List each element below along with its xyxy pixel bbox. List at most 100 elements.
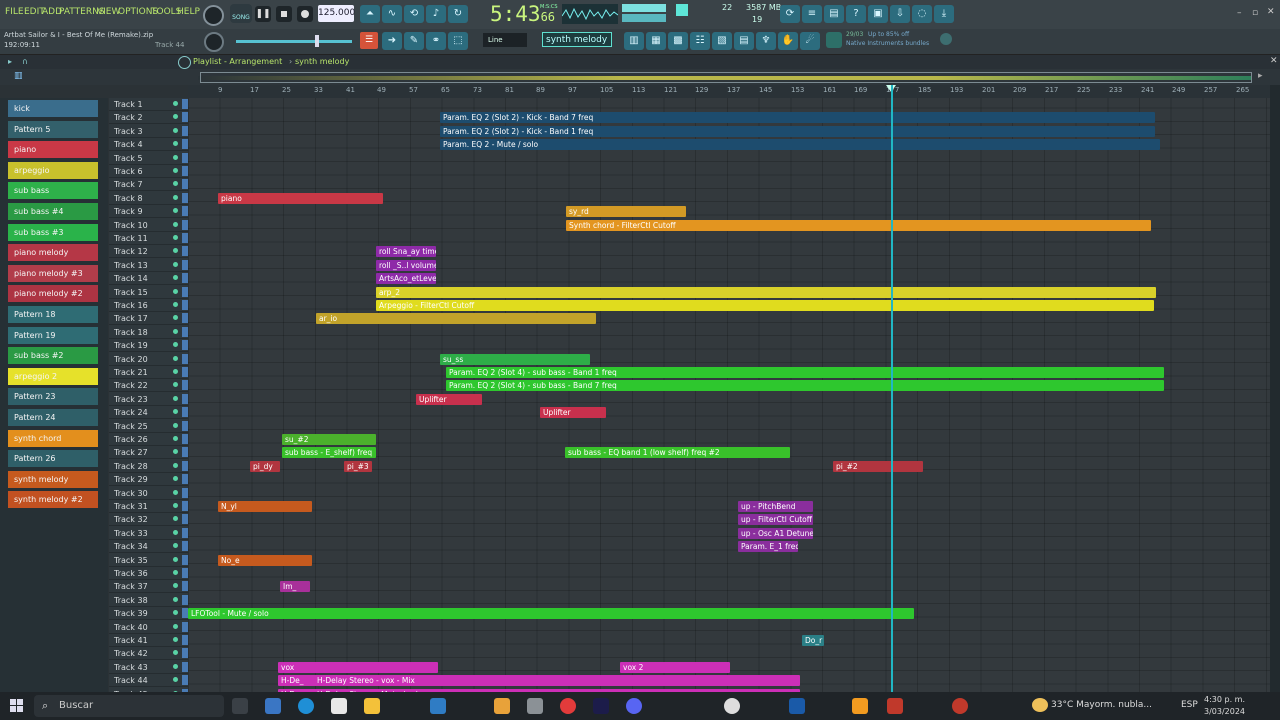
track-header[interactable]: Track 37	[109, 580, 188, 594]
playlist-clip[interactable]: ar_io	[316, 313, 596, 325]
track-header[interactable]: Track 27	[109, 446, 188, 460]
playlist-clip[interactable]: Param. EQ 2 (Slot 2) - Kick - Band 7 fre…	[440, 112, 1155, 124]
track-mute-icon[interactable]	[173, 395, 178, 401]
track-header[interactable]: Track 14	[109, 272, 188, 286]
pattern-list-icon[interactable]: ▥	[14, 71, 28, 83]
vertical-scrollbar[interactable]	[1270, 85, 1280, 698]
news-arrow-icon[interactable]	[940, 33, 952, 45]
playlist-clip[interactable]: up - FilterCtl Cutoff	[738, 514, 813, 526]
pattern-item[interactable]: arpeggio	[8, 161, 98, 179]
track-header[interactable]: Track 40	[109, 621, 188, 634]
refresh-icon[interactable]: ⟳	[780, 5, 800, 23]
track-mute-icon[interactable]	[173, 529, 178, 535]
master-pitch-knob[interactable]	[204, 32, 224, 52]
folder-icon[interactable]	[364, 698, 380, 714]
snap-selector[interactable]: Line	[483, 33, 527, 47]
menu-file[interactable]: FILE	[5, 7, 24, 17]
track-header[interactable]: Track 8	[109, 192, 188, 205]
countdown-icon[interactable]: ⟲	[404, 5, 424, 23]
track-mute-icon[interactable]	[173, 154, 178, 160]
track-mute-icon[interactable]	[173, 141, 178, 147]
track-header[interactable]: Track 19	[109, 339, 188, 353]
chat-icon[interactable]: ◌	[912, 5, 932, 23]
playlist-clip[interactable]: pi_#3	[344, 460, 372, 472]
track-header[interactable]: Track 15	[109, 286, 188, 299]
track-header[interactable]: Track 2	[109, 111, 188, 125]
track-mute-icon[interactable]	[173, 543, 178, 549]
pattern-item[interactable]: sub bass #4	[8, 203, 98, 220]
track-header[interactable]: Track 30	[109, 487, 188, 500]
playlist-clip[interactable]: Param. EQ 2 (Slot 4) - sub bass - Band 7…	[446, 380, 1164, 392]
track-header[interactable]: Track 18	[109, 326, 188, 339]
track-mute-icon[interactable]	[173, 476, 178, 482]
tempo-tap-icon[interactable]: ☄	[800, 32, 820, 50]
track-mute-icon[interactable]	[173, 275, 178, 281]
track-header[interactable]: Track 41	[109, 634, 188, 647]
track-header[interactable]: Track 20	[109, 353, 188, 366]
playlist-clip[interactable]: Param. EQ 2 (Slot 2) - Kick - Band 1 fre…	[440, 125, 1155, 137]
clock-date[interactable]: 3/03/2024	[1204, 707, 1245, 716]
playlist-clip[interactable]: pi_dy	[250, 460, 280, 472]
playlist-clip[interactable]: up - Osc A1 Detune	[738, 527, 813, 539]
track-header[interactable]: Track 29	[109, 473, 188, 487]
song-mode-toggle[interactable]: SONG	[230, 4, 252, 23]
pattern-item[interactable]: Pattern 26	[8, 450, 98, 468]
playlist-clip[interactable]: Param. EQ 2 - Mute / solo	[440, 139, 1160, 151]
playlist-clip[interactable]: roll _S..l volume	[376, 259, 436, 271]
playlist-clip[interactable]: roll Sna_ay time	[376, 246, 436, 258]
playlist-clip[interactable]: Param. EQ 2 (Slot 4) - sub bass - Band 1…	[446, 367, 1164, 378]
track-header[interactable]: Track 35	[109, 554, 188, 567]
media-icon[interactable]	[494, 698, 510, 714]
track-mute-icon[interactable]	[173, 342, 178, 348]
playlist-clip[interactable]: sub bass - E_shelf) freq	[282, 447, 376, 459]
chrome-icon[interactable]	[560, 698, 576, 714]
track-mute-icon[interactable]	[173, 101, 178, 106]
track-mute-icon[interactable]	[173, 261, 178, 267]
track-mute-icon[interactable]	[173, 677, 178, 683]
weather-text[interactable]: 33°C Mayorm. nubla...	[1051, 700, 1152, 710]
track-header[interactable]: Track 42	[109, 647, 188, 661]
app-icon[interactable]	[527, 698, 543, 714]
track-mute-icon[interactable]	[173, 181, 178, 187]
loop-record-icon[interactable]: ↻	[448, 5, 468, 23]
pattern-item[interactable]: piano	[8, 141, 98, 159]
track-mute-icon[interactable]	[173, 663, 178, 669]
track-header[interactable]: Track 32	[109, 513, 188, 527]
file-explorer-icon[interactable]	[265, 698, 281, 714]
save-icon[interactable]: ▣	[868, 5, 888, 23]
track-header[interactable]: Track 13	[109, 259, 188, 272]
playlist-close-icon[interactable]: ✕	[1270, 56, 1278, 66]
track-mute-icon[interactable]	[173, 288, 178, 294]
news-line-1[interactable]: Up to 85% off	[868, 31, 909, 38]
track-mute-icon[interactable]	[173, 503, 178, 508]
wait-input-icon[interactable]: ∿	[382, 5, 402, 23]
arrow-icon[interactable]: ➜	[382, 32, 402, 50]
playlist-icon[interactable]: ▦	[646, 32, 666, 50]
menu-view[interactable]: VIEW	[97, 7, 120, 17]
track-mute-icon[interactable]	[173, 556, 178, 562]
pattern-item[interactable]: sub bass	[8, 182, 98, 200]
playlist-clip[interactable]: su_#2	[282, 434, 376, 445]
track-header[interactable]: Track 38	[109, 594, 188, 607]
playlist-clip[interactable]: Param. E_1 freq	[738, 541, 798, 553]
playlist-clip[interactable]: LFOTool - Mute / solo	[188, 608, 914, 620]
track-header[interactable]: Track 43	[109, 661, 188, 674]
pattern-item[interactable]: sub bass #3	[8, 223, 98, 241]
pattern-item[interactable]: Pattern 23	[8, 388, 98, 406]
track-header[interactable]: Track 23	[109, 393, 188, 406]
track-header[interactable]: Track 1	[109, 98, 188, 111]
track-mute-icon[interactable]	[173, 248, 178, 254]
discord-icon[interactable]	[626, 698, 642, 714]
playlist-clip[interactable]: N_yl	[218, 501, 312, 512]
render-icon[interactable]: ⇩	[890, 5, 910, 23]
track-mute-icon[interactable]	[173, 221, 178, 227]
time-ruler[interactable]: 9 17 25 33 41 49 57 65 73 81 89 97 105 1…	[188, 85, 1270, 99]
track-header[interactable]: Track 17	[109, 312, 188, 326]
mixer-icon[interactable]: ≡	[802, 5, 822, 23]
pattern-item[interactable]: Pattern 24	[8, 409, 98, 426]
pattern-item[interactable]: kick	[8, 100, 98, 117]
pattern-item[interactable]: synth melody	[8, 470, 98, 488]
track-header[interactable]: Track 16	[109, 299, 188, 312]
pattern-item[interactable]: Pattern 19	[8, 326, 98, 344]
track-mute-icon[interactable]	[173, 355, 178, 361]
